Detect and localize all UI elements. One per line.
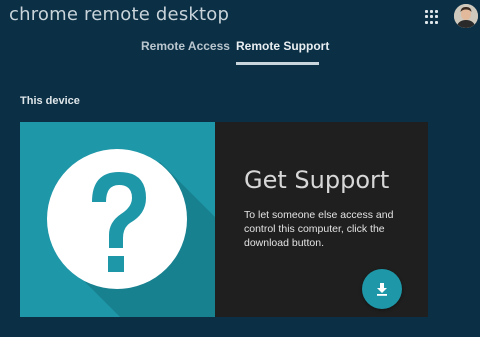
app-title: chrome remote desktop: [9, 4, 230, 25]
card-illustration: [20, 122, 215, 317]
download-button[interactable]: [362, 269, 402, 309]
tab-remote-support[interactable]: Remote Support: [236, 39, 329, 53]
card-body: Get Support To let someone else access a…: [215, 122, 428, 317]
avatar[interactable]: [454, 4, 478, 28]
question-mark-icon: [47, 149, 215, 317]
download-icon: [377, 283, 387, 296]
card-description: To let someone else access and control t…: [244, 209, 394, 249]
tab-remote-access[interactable]: Remote Access: [141, 39, 230, 53]
tab-selected-indicator: [236, 62, 319, 65]
tab-bar: Remote Access Remote Support: [0, 39, 480, 67]
section-label: This device: [20, 95, 80, 107]
get-support-card: Get Support To let someone else access a…: [20, 122, 428, 317]
apps-grid-icon[interactable]: [425, 10, 439, 24]
card-title: Get Support: [244, 166, 390, 194]
user-avatar-icon: [454, 4, 478, 28]
